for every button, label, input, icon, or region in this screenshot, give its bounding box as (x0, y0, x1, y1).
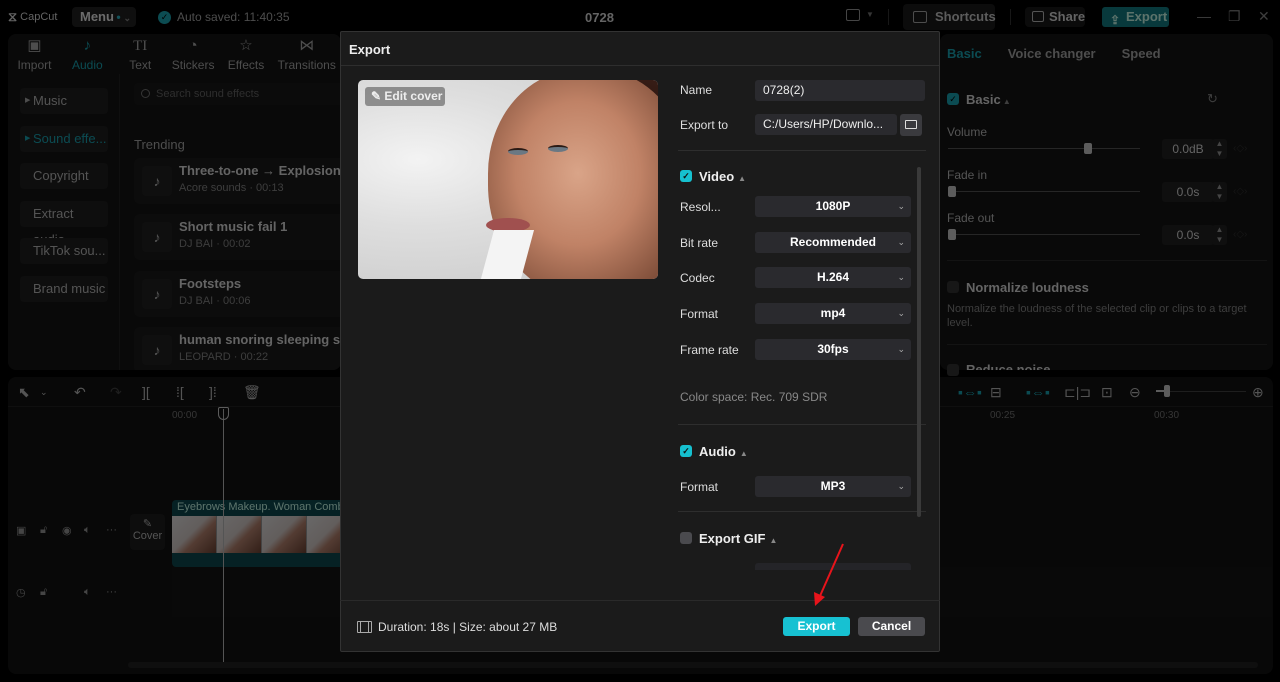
codec-value: H.264 (816, 270, 850, 284)
gif-resolution-select-partial[interactable] (755, 563, 911, 570)
gif-title-text: Export GIF (699, 531, 766, 546)
dialog-scrollbar[interactable] (917, 167, 921, 517)
video-checkbox[interactable]: ✓ (680, 170, 692, 182)
format-label: Format (680, 307, 719, 321)
export-gif-checkbox[interactable] (680, 532, 692, 544)
edit-cover-label: Edit cover (384, 89, 443, 103)
cover-preview[interactable]: ✎ Edit cover (358, 80, 658, 279)
frame-rate-value: 30fps (817, 342, 849, 356)
gif-section-title[interactable]: Export GIF ▲ (699, 531, 777, 546)
video-section-title[interactable]: Video ▲ (699, 169, 746, 184)
audio-checkbox[interactable]: ✓ (680, 445, 692, 457)
divider (678, 511, 926, 512)
pencil-icon: ✎ (371, 89, 385, 103)
cancel-button[interactable]: Cancel (858, 617, 925, 636)
export-summary-text: Duration: 18s | Size: about 27 MB (378, 620, 558, 634)
divider (678, 424, 926, 425)
bitrate-select[interactable]: Recommended ⌄ (755, 232, 911, 253)
dialog-title: Export (349, 42, 391, 57)
audio-format-value: MP3 (820, 479, 846, 493)
export-to-label: Export to (680, 118, 729, 132)
export-path-input[interactable]: C:/Users/HP/Downlo... (755, 114, 897, 135)
edit-cover-button[interactable]: ✎ Edit cover (365, 87, 445, 106)
resolution-value: 1080P (815, 199, 851, 213)
caret-up-icon: ▲ (739, 449, 748, 458)
bitrate-value: Recommended (789, 235, 877, 249)
chevron-down-icon: ⌄ (897, 237, 905, 247)
audio-title-text: Audio (699, 444, 736, 459)
browse-folder-button[interactable] (900, 114, 922, 136)
divider (678, 150, 926, 151)
codec-label: Codec (680, 271, 715, 285)
chevron-down-icon: ⌄ (897, 481, 905, 491)
film-icon (357, 621, 372, 633)
cover-image-eye (508, 148, 528, 155)
frame-rate-label: Frame rate (680, 343, 739, 357)
export-button[interactable]: Export (783, 617, 850, 636)
resolution-select[interactable]: 1080P ⌄ (755, 196, 911, 217)
divider (340, 600, 940, 601)
video-title-text: Video (699, 169, 735, 184)
audio-format-label: Format (680, 480, 719, 494)
export-summary: Duration: 18s | Size: about 27 MB (357, 620, 557, 634)
resolution-label: Resol... (680, 200, 721, 214)
divider (341, 65, 939, 66)
folder-icon (905, 120, 917, 129)
chevron-down-icon: ⌄ (897, 201, 905, 211)
name-label: Name (680, 83, 713, 97)
caret-up-icon: ▲ (769, 536, 778, 545)
name-input[interactable]: 0728(2) (755, 80, 925, 101)
cover-image-eye (548, 145, 568, 152)
bitrate-label: Bit rate (680, 236, 719, 250)
audio-section-title[interactable]: Audio ▲ (699, 444, 748, 459)
chevron-down-icon: ⌄ (897, 344, 905, 354)
frame-rate-select[interactable]: 30fps ⌄ (755, 339, 911, 360)
color-space-info: Color space: Rec. 709 SDR (680, 390, 828, 404)
format-value: mp4 (820, 306, 846, 320)
codec-select[interactable]: H.264 ⌄ (755, 267, 911, 288)
format-select[interactable]: mp4 ⌄ (755, 303, 911, 324)
chevron-down-icon: ⌄ (897, 308, 905, 318)
audio-format-select[interactable]: MP3 ⌄ (755, 476, 911, 497)
caret-up-icon: ▲ (738, 174, 747, 183)
chevron-down-icon: ⌄ (897, 272, 905, 282)
